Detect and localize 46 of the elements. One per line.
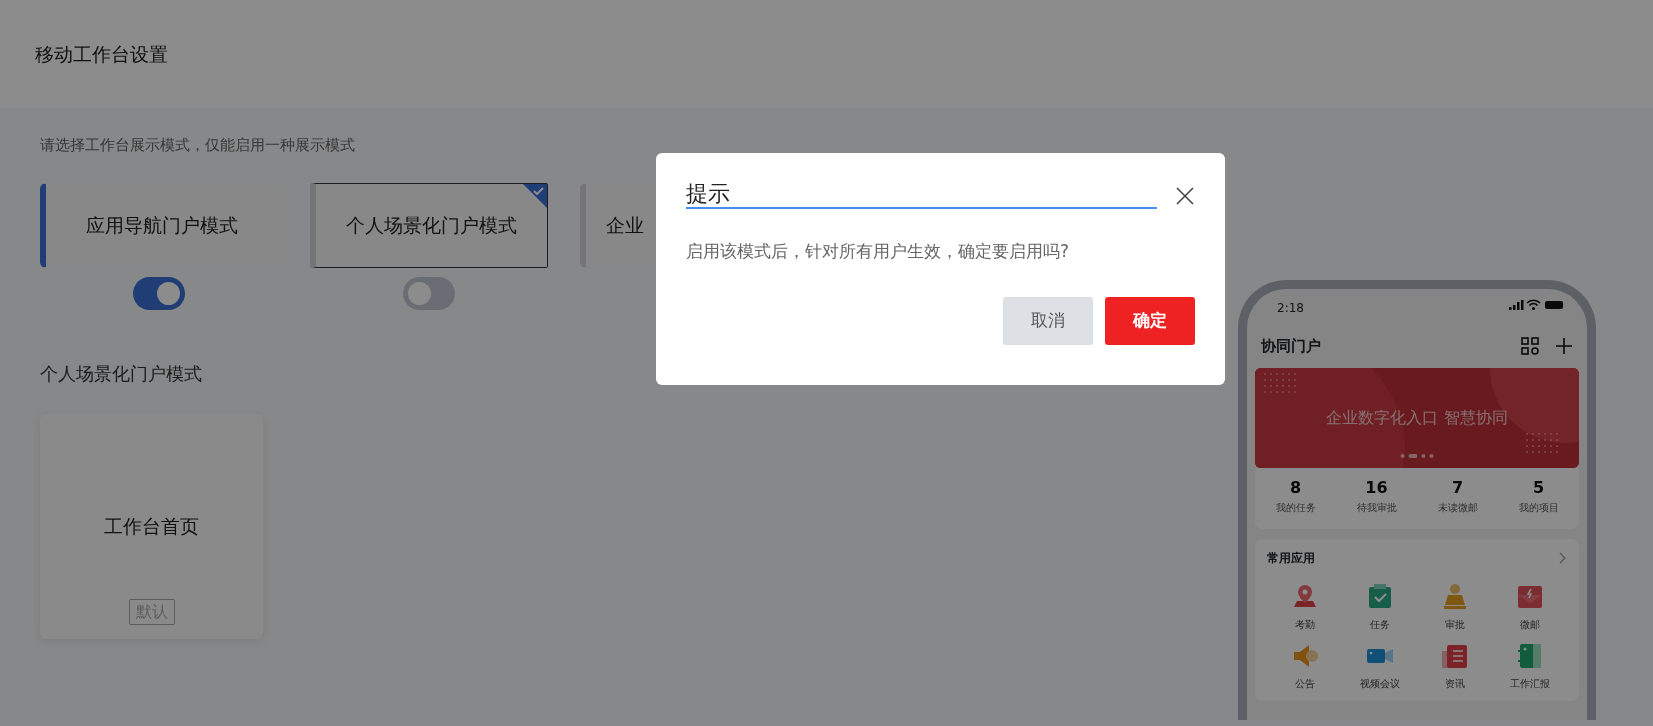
app-item[interactable]: 微邮: [1492, 582, 1567, 632]
portal-dropdown[interactable]: 协同门户: [1261, 335, 1321, 358]
page-title: 移动工作台设置: [35, 41, 168, 67]
status-time: 2:18: [1277, 300, 1304, 317]
app-item[interactable]: 任务: [1342, 582, 1417, 632]
app-item[interactable]: 资讯: [1417, 641, 1492, 691]
app-label: 审批: [1444, 617, 1465, 632]
check-corner-icon: [521, 183, 547, 210]
notebook-icon: [1515, 641, 1544, 670]
page-title: 工作台首页: [104, 513, 199, 539]
status-icons-drawing: [1509, 299, 1565, 311]
app-label: 视频会议: [1359, 676, 1400, 691]
stat-value: 8: [1288, 476, 1303, 499]
app-label: 微邮: [1519, 617, 1540, 632]
app-label: 公告: [1294, 676, 1315, 691]
carousel-dots[interactable]: [1400, 453, 1434, 458]
app-label: 工作汇报: [1509, 676, 1550, 691]
app-item[interactable]: 考勤: [1267, 582, 1342, 632]
stat-value: 7: [1450, 476, 1465, 499]
confirm-button[interactable]: 确定: [1105, 296, 1195, 345]
app-label: 资讯: [1444, 676, 1465, 691]
app-item[interactable]: 视频会议: [1342, 641, 1417, 691]
stat-label: 未读微邮: [1436, 500, 1479, 515]
stat-label: 待我审批: [1355, 500, 1398, 515]
grid-icon[interactable]: [1521, 337, 1539, 356]
dialog-title: 提示: [686, 181, 1157, 210]
mode-card[interactable]: 个人场景化门户模式: [310, 182, 548, 268]
app-item[interactable]: 审批: [1417, 582, 1492, 632]
apps-title: 常用应用: [1267, 549, 1315, 567]
toggle-switch[interactable]: [403, 276, 455, 310]
toggle-switch[interactable]: [133, 276, 185, 310]
app-item[interactable]: 公告: [1267, 641, 1342, 691]
stat-label: 我的项目: [1517, 500, 1560, 515]
chevron-right-icon[interactable]: [1559, 551, 1567, 564]
section-title: 个人场景化门户模式: [40, 361, 203, 386]
cancel-button[interactable]: 取消: [1003, 296, 1093, 345]
stat-value: 5: [1531, 476, 1546, 499]
app-label: 考勤: [1294, 617, 1315, 632]
app-label: 任务: [1369, 617, 1390, 632]
add-icon[interactable]: [1555, 337, 1573, 356]
stat-value: 16: [1364, 476, 1389, 499]
app-item[interactable]: 工作汇报: [1492, 641, 1567, 691]
instruction-text: 请选择工作台展示模式，仅能启用一种展示模式: [40, 135, 356, 156]
banner-text: 企业数字化入口 智慧协同: [1326, 406, 1508, 429]
stat-label: 我的任务: [1274, 500, 1317, 515]
dialog-message: 启用该模式后，针对所有用户生效，确定要启用吗?: [686, 240, 1071, 264]
